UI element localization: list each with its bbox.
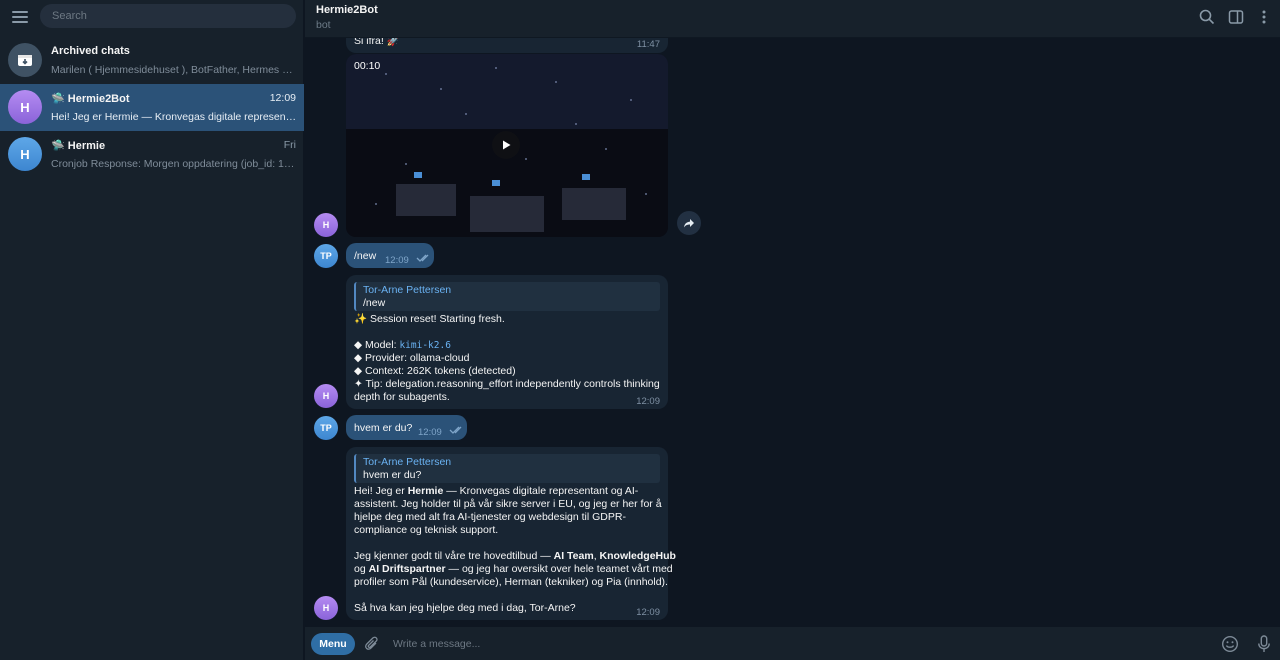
archive-icon (8, 43, 42, 77)
bot-icon: 🛸 (51, 93, 65, 105)
quote-author: Tor-Arne Pettersen (363, 284, 452, 296)
sidebar-toggle-icon[interactable] (1227, 8, 1245, 26)
text-line: profiler som Pål (kundeservice), Herman … (354, 576, 668, 588)
message-time: 12:09 (385, 255, 409, 266)
reply-quote[interactable]: Tor-Arne Pettersen /new (354, 282, 660, 311)
avatar: H (8, 90, 42, 124)
message-input[interactable] (393, 633, 1193, 655)
microphone-icon[interactable] (1257, 635, 1271, 653)
message-time: 12:09 (636, 396, 660, 407)
message-time: 12:09 (636, 607, 660, 618)
bold-text: KnowledgeHub (599, 550, 676, 562)
chat-item-hermie[interactable]: H 🛸 Hermie Fri Cronjob Response: Morgen … (0, 131, 304, 178)
quote-author: Tor-Arne Pettersen (363, 456, 452, 468)
text-line: ◆ Context: 262K tokens (detected) (354, 365, 516, 377)
search-input[interactable] (40, 4, 296, 28)
text-line: Hei! Jeg er Hermie — Kronvegas digitale … (354, 485, 676, 498)
chat-time: 12:09 (269, 92, 296, 104)
text-line: ✦ Tip: delegation.reasoning_effort indep… (354, 378, 660, 390)
chat-status: bot (316, 19, 331, 31)
forward-icon[interactable] (677, 211, 701, 235)
chat-title-text: Hermie (67, 140, 106, 152)
text-line: ◆ Model: kimi-k2.6 (354, 339, 660, 352)
chat-title-text: Hermie2Bot (67, 93, 130, 105)
text-span: ◆ Model: (354, 339, 400, 351)
chat-header-fg: Hermie2Bot bot (305, 0, 1280, 38)
reply-quote[interactable]: Tor-Arne Pettersen hvem er du? (354, 454, 660, 483)
avatar: H (8, 137, 42, 171)
message-text: hvem er du? (354, 422, 413, 434)
chat-title: 🛸 Hermie2Bot (51, 92, 130, 105)
search-icon[interactable] (1198, 8, 1216, 26)
sidebar: Archived chats Marilen ( Hjemmesidehuset… (0, 0, 304, 660)
read-ticks-icon (416, 254, 429, 262)
bot-menu-button[interactable]: Menu (311, 633, 355, 655)
chat-title: 🛸 Hermie (51, 139, 105, 152)
bold-text: Hermie (407, 485, 444, 497)
avatar[interactable]: H (314, 213, 338, 237)
emoji-icon[interactable] (1221, 635, 1239, 653)
read-ticks-icon (449, 426, 462, 434)
text-line: compliance og teknisk support. (354, 524, 499, 536)
video-message[interactable]: 00:10 (346, 54, 668, 237)
avatar[interactable]: TP (314, 416, 338, 440)
text-span: — Kronvegas digitale representant og AI- (443, 485, 639, 497)
text-span: Jeg kjenner godt til våre tre hovedtilbu… (354, 550, 554, 562)
text-span: og (354, 563, 369, 575)
avatar[interactable]: H (314, 384, 338, 408)
text-line: og AI Driftspartner — og jeg har oversik… (354, 563, 676, 576)
text-line: Så hva kan jeg hjelpe deg med i dag, Tor… (354, 602, 576, 614)
message-text: ✨ Session reset! Starting fresh. ◆ Model… (354, 313, 660, 404)
avatar[interactable]: H (314, 596, 338, 620)
quote-text: hvem er du? (363, 469, 422, 481)
message-bubble[interactable]: /new 12:09 (346, 243, 434, 268)
text-span: Hei! Jeg er (354, 485, 408, 497)
chat-title: Archived chats (51, 45, 130, 57)
message-bubble[interactable]: Tor-Arne Pettersen hvem er du? Hei! Jeg … (346, 447, 676, 620)
more-options-icon[interactable] (1255, 8, 1273, 26)
avatar[interactable]: TP (314, 244, 338, 268)
bold-text: AI Team (553, 550, 594, 562)
chat-item-hermie2bot[interactable]: H 🛸 Hermie2Bot 12:09 Hei! Jeg er Hermie … (0, 84, 304, 131)
attach-icon[interactable] (364, 635, 380, 653)
text-line: hjelpe deg med alt fra AI-tjenester og w… (354, 511, 626, 523)
message-bubble[interactable]: hvem er du? 12:09 (346, 415, 467, 440)
quote-text: /new (363, 297, 386, 309)
text-line: ◆ Provider: ollama-cloud (354, 352, 470, 364)
message-text: Hei! Jeg er Hermie — Kronvegas digitale … (354, 485, 676, 615)
chat-preview: Hei! Jeg er Hermie — Kronvegas digitale … (51, 111, 297, 123)
message-bubble[interactable]: Tor-Arne Pettersen /new ✨ Session reset!… (346, 275, 668, 409)
message-time: 12:09 (418, 427, 442, 438)
bot-icon: 🛸 (51, 140, 65, 152)
composer: Menu (305, 627, 1280, 660)
text-line: ✨ Session reset! Starting fresh. (354, 313, 505, 325)
chat-item-archived[interactable]: Archived chats Marilen ( Hjemmesidehuset… (0, 37, 304, 84)
message-text: /new (354, 250, 377, 262)
chat-time: Fri (283, 139, 296, 151)
video-duration: 00:10 (354, 60, 381, 72)
chat-preview: Cronjob Response: Morgen oppdatering (jo… (51, 158, 297, 170)
text-line: depth for subagents. (354, 391, 450, 403)
chat-preview: Marilen ( Hjemmesidehuset ), BotFather, … (51, 64, 297, 76)
text-span: — og jeg har oversikt over hele teamet v… (445, 563, 673, 575)
message-time: 11:47 (636, 39, 660, 50)
bold-text: AI Driftspartner (368, 563, 446, 575)
model-code[interactable]: kimi-k2.6 (399, 340, 450, 351)
text-line: Jeg kjenner godt til våre tre hovedtilbu… (354, 550, 676, 563)
menu-icon[interactable] (12, 10, 28, 23)
chat-title[interactable]: Hermie2Bot (316, 4, 378, 16)
play-icon[interactable] (492, 131, 520, 159)
text-line: assistent. Jeg holder til på vår sikre s… (354, 498, 662, 510)
